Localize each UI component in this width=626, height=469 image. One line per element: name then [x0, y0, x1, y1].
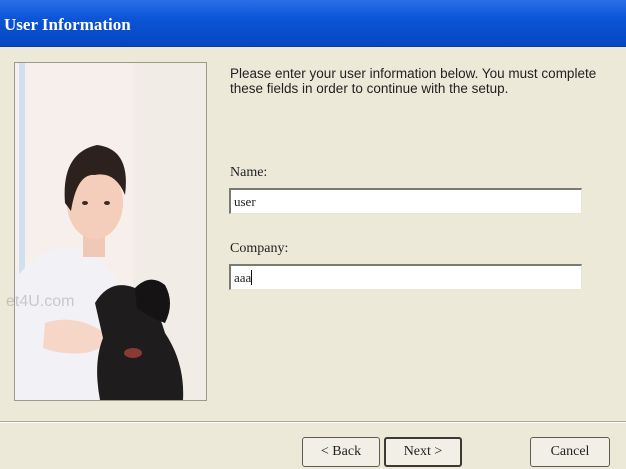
name-label: Name:	[230, 165, 268, 180]
name-field-value: user	[234, 194, 256, 209]
instructions-text: Please enter your user information below…	[230, 66, 597, 96]
watermark-text: et4U.com	[6, 293, 75, 310]
back-button[interactable]: < Back	[302, 437, 380, 467]
text-caret	[251, 270, 253, 285]
cancel-button[interactable]: Cancel	[530, 437, 610, 467]
window-title: User Information	[4, 15, 131, 34]
company-label: Company:	[230, 241, 289, 256]
company-field-value: aaa	[234, 270, 252, 285]
button-divider	[0, 421, 626, 423]
setup-photo	[14, 62, 207, 401]
company-field[interactable]: aaa	[229, 264, 582, 290]
title-bar: User Information	[0, 0, 626, 47]
name-field[interactable]: user	[229, 188, 582, 214]
next-button[interactable]: Next >	[384, 437, 462, 467]
